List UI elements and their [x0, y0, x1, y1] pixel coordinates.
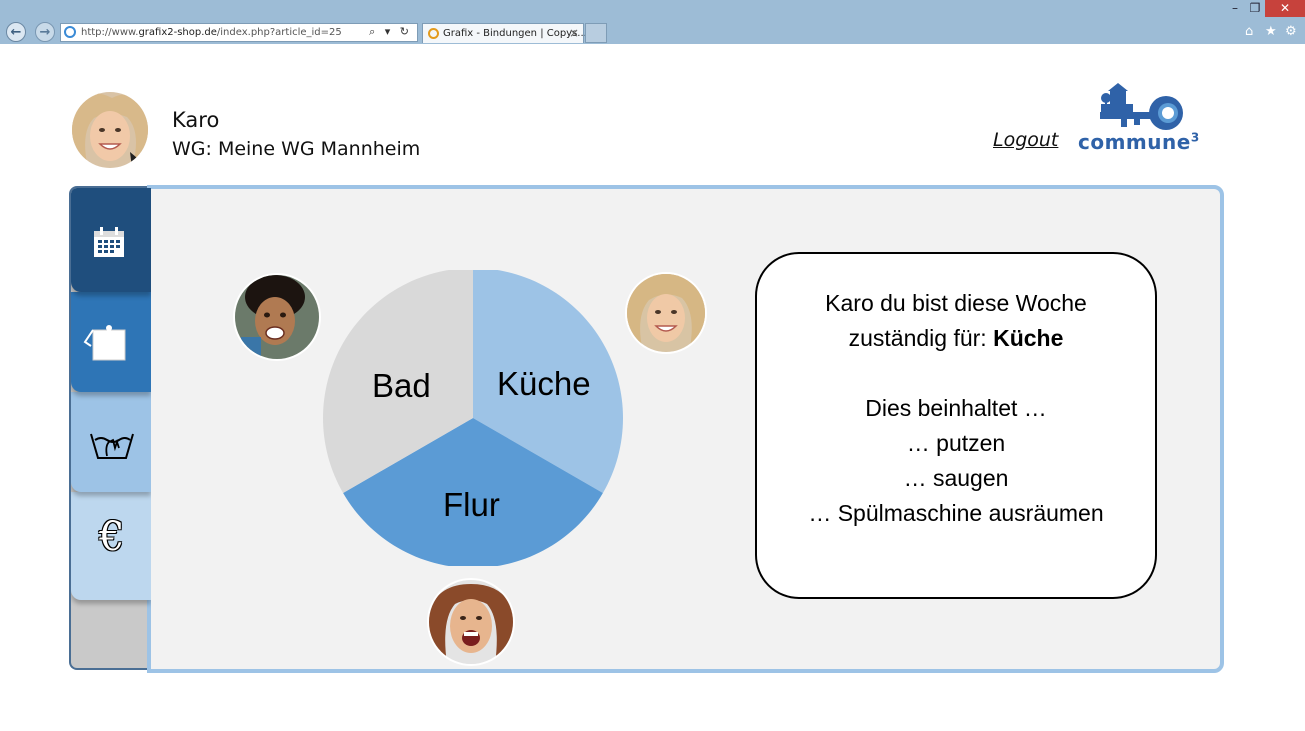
- pie-label-kueche: Küche: [497, 365, 591, 402]
- restore-button[interactable]: ❐: [1244, 0, 1266, 17]
- sidebar-item-notes[interactable]: [71, 292, 151, 392]
- ie-favicon-icon: [64, 26, 76, 38]
- home-icon[interactable]: ⌂: [1245, 24, 1253, 39]
- wg-name: WG: Meine WG Mannheim: [172, 138, 421, 160]
- sidebar-item-finances[interactable]: €: [71, 492, 151, 600]
- assigned-chore: Küche: [993, 325, 1064, 351]
- tab-title: Grafix - Bindungen | Copys...: [443, 28, 587, 39]
- notepad-icon: [83, 325, 126, 361]
- back-button[interactable]: ←: [6, 22, 26, 42]
- browser-chrome: ← → http://www.grafix2-shop.de/index.php…: [0, 0, 1305, 44]
- laundry-icon: [90, 433, 134, 459]
- settings-gear-icon[interactable]: ⚙: [1285, 24, 1297, 39]
- new-tab-button[interactable]: [585, 23, 607, 43]
- pie-label-bad: Bad: [372, 367, 431, 404]
- user-avatar: [72, 92, 148, 168]
- forward-button[interactable]: →: [35, 22, 55, 42]
- info-line-includes: Dies beinhaltet …: [865, 395, 1047, 421]
- euro-icon: €: [99, 514, 125, 560]
- close-window-button[interactable]: ✕: [1265, 0, 1305, 17]
- info-task-saugen: … saugen: [903, 465, 1009, 491]
- address-bar[interactable]: http://www.grafix2-shop.de/index.php?art…: [60, 23, 418, 42]
- info-task-putzen: … putzen: [906, 430, 1006, 456]
- calendar-icon: [94, 227, 124, 257]
- sidebar-item-laundry[interactable]: [71, 392, 151, 492]
- minimize-button[interactable]: –: [1224, 0, 1246, 17]
- commune-logo-text: commune3: [1078, 130, 1200, 154]
- sidebar-item-calendar[interactable]: [71, 188, 151, 292]
- username: Karo: [172, 108, 220, 132]
- roommate-avatar-kueche[interactable]: [625, 272, 707, 354]
- tab-close-button[interactable]: ×: [569, 26, 579, 40]
- address-url: http://www.grafix2-shop.de/index.php?art…: [81, 27, 342, 38]
- tab-favicon-icon: [428, 28, 439, 39]
- pie-label-flur: Flur: [443, 486, 500, 523]
- info-task-spuelmaschine: … Spülmaschine ausräumen: [808, 500, 1104, 526]
- sidebar: €: [69, 186, 151, 670]
- roommate-avatar-flur[interactable]: [427, 578, 515, 666]
- favorites-star-icon[interactable]: ★: [1265, 24, 1277, 39]
- address-tools[interactable]: ⌕ ▾ ↻: [369, 25, 412, 39]
- logout-link[interactable]: Logout: [993, 129, 1058, 151]
- browser-tab[interactable]: Grafix - Bindungen | Copys... ×: [422, 23, 587, 43]
- info-line-intro: Karo du bist diese Woche: [825, 290, 1087, 316]
- chore-info-box: Karo du bist diese Woche zuständig für: …: [755, 252, 1157, 599]
- info-line-assignment: zuständig für: Küche: [848, 325, 1064, 351]
- roommate-avatar-bad[interactable]: [233, 273, 321, 361]
